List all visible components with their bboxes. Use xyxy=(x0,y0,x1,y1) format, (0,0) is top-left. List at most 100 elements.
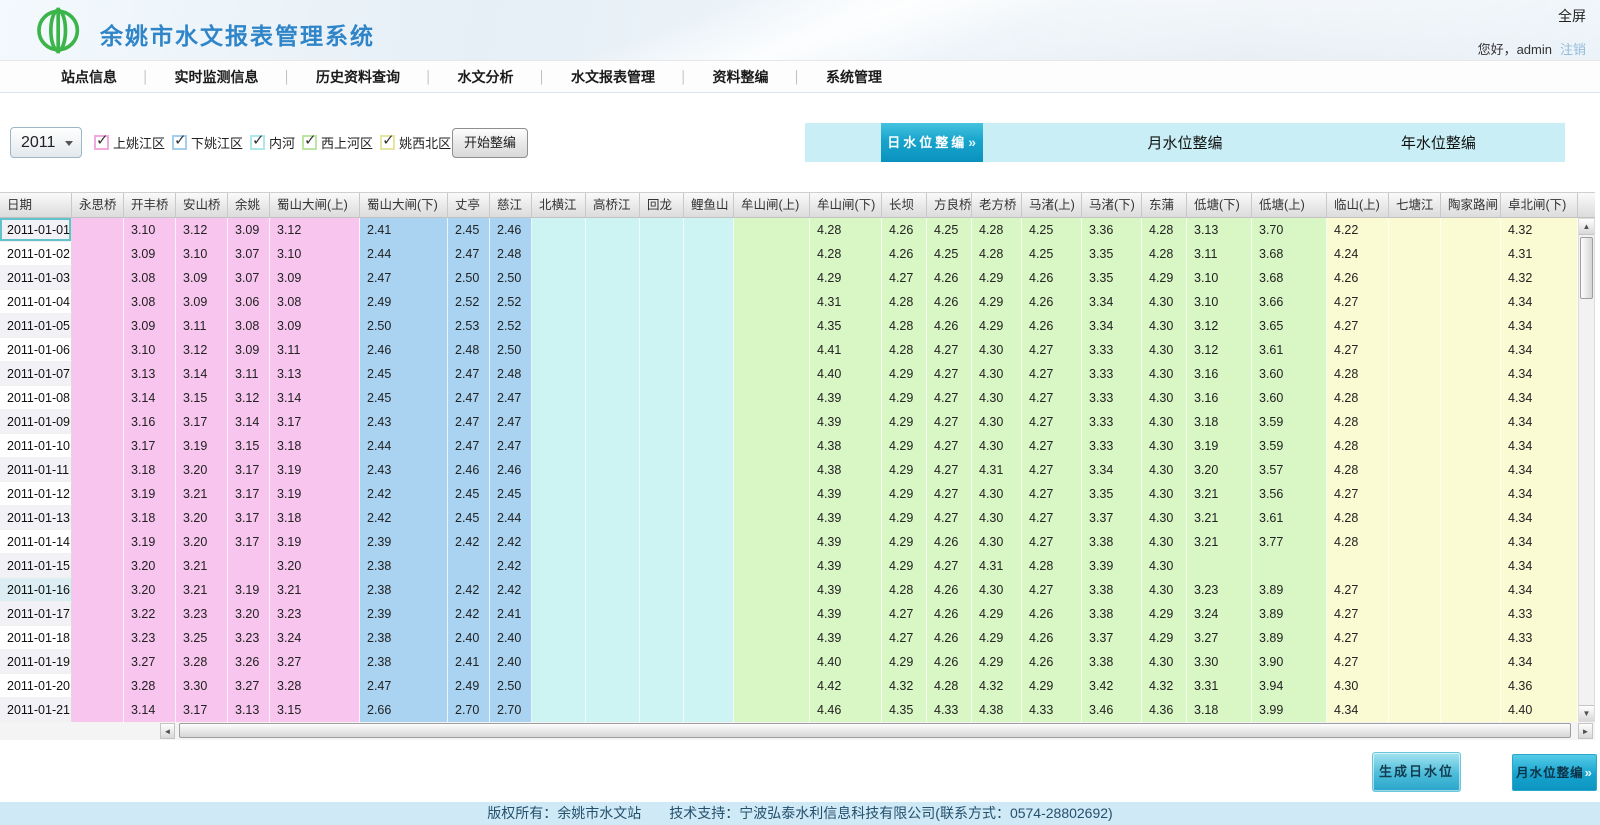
grid-cell[interactable]: 2.43 xyxy=(360,410,448,434)
grid-cell[interactable]: 3.17 xyxy=(176,698,228,722)
region-checkbox[interactable]: ✓ xyxy=(94,135,109,150)
grid-cell[interactable]: 3.94 xyxy=(1252,674,1327,698)
grid-cell[interactable]: 4.28 xyxy=(1022,554,1082,578)
grid-cell[interactable] xyxy=(1389,242,1441,266)
grid-cell[interactable]: 4.30 xyxy=(972,338,1022,362)
grid-cell[interactable] xyxy=(1389,410,1441,434)
grid-cell[interactable]: 2.46 xyxy=(490,458,532,482)
grid-cell[interactable]: 2.45 xyxy=(448,482,490,506)
grid-cell[interactable] xyxy=(586,530,640,554)
grid-cell[interactable] xyxy=(1441,242,1501,266)
grid-cell[interactable]: 4.27 xyxy=(927,458,972,482)
grid-cell[interactable] xyxy=(684,674,734,698)
grid-cell[interactable] xyxy=(586,218,640,242)
grid-cell[interactable] xyxy=(684,386,734,410)
grid-cell[interactable] xyxy=(1389,602,1441,626)
grid-cell[interactable]: 4.29 xyxy=(972,626,1022,650)
grid-cell[interactable] xyxy=(1389,698,1441,722)
grid-cell[interactable]: 4.27 xyxy=(927,338,972,362)
grid-cell[interactable]: 3.19 xyxy=(124,482,176,506)
grid-cell[interactable]: 3.08 xyxy=(228,314,270,338)
grid-cell[interactable]: 2.41 xyxy=(448,650,490,674)
grid-cell[interactable] xyxy=(1389,506,1441,530)
grid-cell[interactable]: 3.28 xyxy=(270,674,360,698)
grid-cell[interactable] xyxy=(734,386,810,410)
grid-cell[interactable]: 2.38 xyxy=(360,554,448,578)
grid-cell[interactable] xyxy=(640,290,684,314)
grid-cell[interactable]: 4.22 xyxy=(1327,218,1389,242)
grid-cell[interactable] xyxy=(1441,290,1501,314)
grid-cell[interactable]: 2.40 xyxy=(448,626,490,650)
grid-cell[interactable]: 4.29 xyxy=(972,650,1022,674)
grid-cell[interactable] xyxy=(734,602,810,626)
grid-cell[interactable]: 3.33 xyxy=(1082,434,1142,458)
grid-cell[interactable]: 3.12 xyxy=(1187,314,1252,338)
grid-cell[interactable]: 4.32 xyxy=(972,674,1022,698)
grid-cell[interactable]: 3.06 xyxy=(228,290,270,314)
grid-cell[interactable]: 2.38 xyxy=(360,650,448,674)
grid-cell[interactable] xyxy=(1441,674,1501,698)
grid-cell[interactable] xyxy=(640,602,684,626)
grid-cell[interactable]: 4.27 xyxy=(1022,578,1082,602)
grid-cell[interactable]: 4.30 xyxy=(1142,362,1187,386)
grid-cell[interactable]: 4.26 xyxy=(927,650,972,674)
grid-cell[interactable]: 4.27 xyxy=(1327,602,1389,626)
grid-cell[interactable] xyxy=(640,314,684,338)
grid-cell[interactable]: 4.29 xyxy=(972,266,1022,290)
grid-cell[interactable]: 4.27 xyxy=(1327,578,1389,602)
grid-cell[interactable] xyxy=(1441,554,1501,578)
grid-cell[interactable]: 4.27 xyxy=(882,626,927,650)
grid-cell[interactable]: 2.53 xyxy=(448,314,490,338)
grid-cell[interactable]: 3.11 xyxy=(1187,242,1252,266)
grid-cell[interactable] xyxy=(640,674,684,698)
grid-cell[interactable]: 4.28 xyxy=(810,218,882,242)
grid-cell[interactable] xyxy=(640,410,684,434)
grid-cell[interactable]: 4.28 xyxy=(1327,434,1389,458)
grid-cell[interactable] xyxy=(734,218,810,242)
grid-cell[interactable] xyxy=(684,506,734,530)
grid-cell[interactable]: 3.20 xyxy=(176,506,228,530)
grid-cell[interactable] xyxy=(1441,410,1501,434)
region-checkbox[interactable]: ✓ xyxy=(250,135,265,150)
grid-cell[interactable]: 4.34 xyxy=(1501,338,1578,362)
grid-cell[interactable] xyxy=(72,674,124,698)
grid-cell[interactable] xyxy=(586,554,640,578)
grid-cell[interactable]: 3.10 xyxy=(270,242,360,266)
grid-cell[interactable]: 3.17 xyxy=(228,458,270,482)
grid-cell[interactable]: 2.42 xyxy=(490,578,532,602)
grid-cell[interactable] xyxy=(532,650,586,674)
grid-cell[interactable] xyxy=(1389,434,1441,458)
grid-cell[interactable]: 4.30 xyxy=(972,578,1022,602)
grid-cell[interactable] xyxy=(640,242,684,266)
grid-cell[interactable]: 4.34 xyxy=(1501,458,1578,482)
grid-cell[interactable]: 4.30 xyxy=(972,410,1022,434)
date-cell[interactable]: 2011-01-12 xyxy=(0,482,72,506)
grid-cell[interactable]: 3.10 xyxy=(176,242,228,266)
date-cell[interactable]: 2011-01-05 xyxy=(0,314,72,338)
grid-cell[interactable]: 2.47 xyxy=(360,674,448,698)
grid-cell[interactable]: 4.29 xyxy=(882,434,927,458)
grid-cell[interactable] xyxy=(734,482,810,506)
grid-cell[interactable]: 3.14 xyxy=(228,410,270,434)
grid-cell[interactable]: 3.89 xyxy=(1252,626,1327,650)
grid-cell[interactable] xyxy=(1441,602,1501,626)
generate-daily-button[interactable]: 生成日水位 xyxy=(1372,752,1461,792)
grid-cell[interactable]: 2.41 xyxy=(360,218,448,242)
grid-cell[interactable]: 2.52 xyxy=(490,290,532,314)
grid-cell[interactable]: 3.16 xyxy=(124,410,176,434)
grid-cell[interactable]: 4.28 xyxy=(882,578,927,602)
grid-cell[interactable]: 4.34 xyxy=(1501,530,1578,554)
date-cell[interactable]: 2011-01-14 xyxy=(0,530,72,554)
grid-cell[interactable] xyxy=(734,530,810,554)
grid-cell[interactable]: 3.20 xyxy=(176,458,228,482)
grid-cell[interactable] xyxy=(734,266,810,290)
grid-cell[interactable] xyxy=(640,458,684,482)
grid-cell[interactable]: 4.28 xyxy=(1327,386,1389,410)
grid-cell[interactable] xyxy=(228,554,270,578)
grid-cell[interactable]: 4.34 xyxy=(1501,650,1578,674)
grid-cell[interactable]: 4.30 xyxy=(972,482,1022,506)
grid-cell[interactable] xyxy=(734,314,810,338)
grid-cell[interactable]: 3.56 xyxy=(1252,482,1327,506)
grid-cell[interactable]: 4.29 xyxy=(972,290,1022,314)
grid-cell[interactable]: 3.18 xyxy=(124,506,176,530)
